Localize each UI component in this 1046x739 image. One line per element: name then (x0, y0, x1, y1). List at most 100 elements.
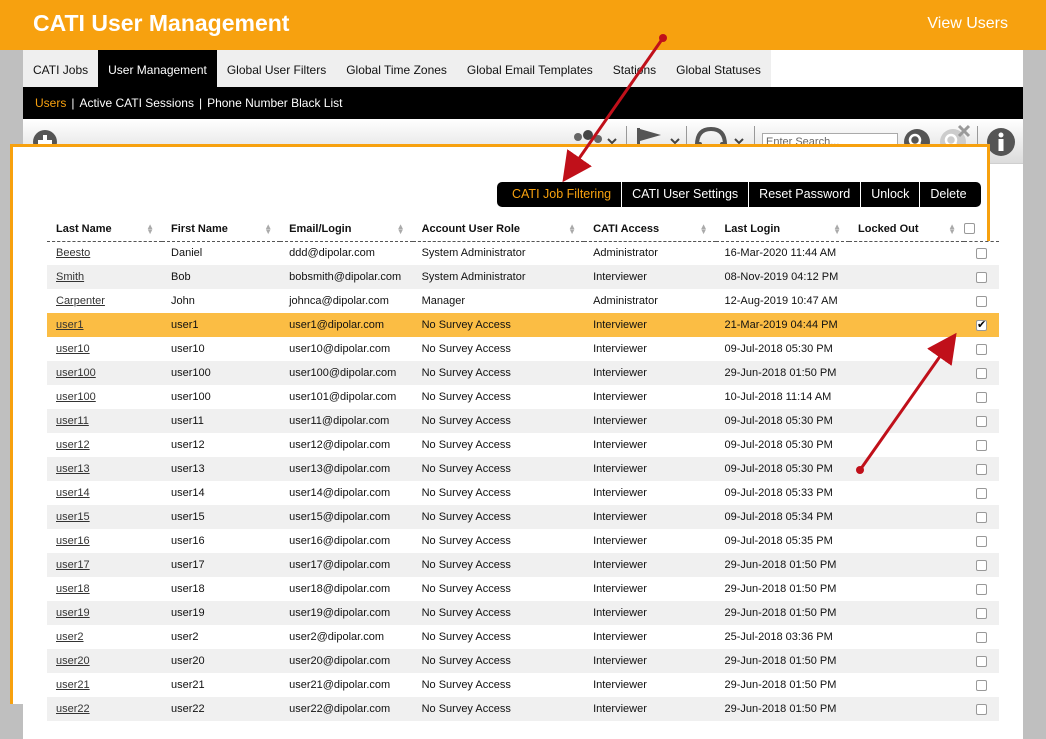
table-row[interactable]: user12 user12 user12@dipolar.com No Survey … (47, 433, 999, 457)
user-link[interactable]: user11 (56, 415, 89, 427)
user-link[interactable]: Smith (56, 271, 84, 283)
table-row[interactable]: Carpenter John johnca@dipolar.com Manager Ad… (47, 289, 999, 313)
column-header-last-login[interactable]: Last Login ▲ ▼ (715, 217, 850, 242)
tab-global-email-templates[interactable]: Global Email Templates (456, 50, 603, 87)
row-checkbox[interactable] (976, 535, 988, 547)
row-checkbox[interactable] (976, 703, 988, 715)
table-row[interactable]: user11 user11 user11@dipolar.com No Survey … (47, 409, 999, 433)
row-checkbox[interactable] (976, 367, 988, 379)
user-link[interactable]: user2 (56, 631, 84, 643)
row-checkbox[interactable] (976, 583, 988, 595)
select-all-checkbox[interactable] (964, 223, 976, 235)
row-select-cell (964, 625, 999, 649)
table-row[interactable]: user1 user1 user1@dipolar.com No Survey Acc… (47, 313, 999, 337)
cati-access-cell: Interviewer (584, 265, 716, 289)
user-link[interactable]: user12 (56, 439, 90, 451)
row-checkbox[interactable] (976, 511, 988, 523)
tab-user-management[interactable]: User Management (98, 50, 217, 87)
table-row[interactable]: user16 user16 user16@dipolar.com No Survey … (47, 529, 999, 553)
row-checkbox[interactable] (976, 559, 988, 571)
user-link[interactable]: user1 (56, 319, 84, 331)
tab-global-user-filters[interactable]: Global User Filters (216, 50, 337, 87)
row-checkbox[interactable] (976, 271, 988, 283)
table-row[interactable]: user100 user100 user100@dipolar.com No Surv… (47, 361, 999, 385)
info-icon[interactable] (986, 127, 1016, 157)
email-cell: user10@dipolar.com (280, 337, 413, 361)
account-role-cell: No Survey Access (412, 457, 585, 481)
table-row[interactable]: user15 user15 user15@dipolar.com No Survey … (47, 505, 999, 529)
user-link[interactable]: user10 (56, 343, 90, 355)
row-checkbox[interactable] (976, 439, 988, 451)
row-checkbox[interactable] (976, 391, 988, 403)
row-checkbox[interactable] (976, 607, 988, 619)
user-link[interactable]: user22 (56, 703, 90, 715)
tab-global-time-zones[interactable]: Global Time Zones (336, 50, 457, 87)
table-row[interactable]: user20 user20 user20@dipolar.com No Survey … (47, 649, 999, 673)
table-row[interactable]: user13 user13 user13@dipolar.com No Survey … (47, 457, 999, 481)
table-row[interactable]: user17 user17 user17@dipolar.com No Survey … (47, 553, 999, 577)
column-header-last-name[interactable]: Last Name ▲ ▼ (47, 217, 163, 242)
table-row[interactable]: user21 user21 user21@dipolar.com No Survey … (47, 673, 999, 697)
tab-stations[interactable]: Stations (602, 50, 667, 87)
user-link[interactable]: user15 (56, 511, 90, 523)
first-name-cell: Bob (162, 265, 281, 289)
email-cell: user15@dipolar.com (280, 505, 413, 529)
row-checkbox[interactable] (976, 247, 988, 259)
cati-user-settings-button[interactable]: CATI User Settings (622, 182, 750, 207)
column-header-locked-out[interactable]: Locked Out ▲ ▼ (849, 217, 965, 242)
table-row[interactable]: user10 user10 user10@dipolar.com No Survey … (47, 337, 999, 361)
row-checkbox[interactable] (976, 655, 988, 667)
locked-out-cell (849, 697, 965, 721)
reset-password-button[interactable]: Reset Password (749, 182, 862, 207)
row-checkbox[interactable] (976, 463, 988, 475)
table-row[interactable]: Beesto Daniel ddd@dipolar.com System Admini… (47, 241, 999, 265)
table-row[interactable]: user100 user100 user101@dipolar.com No Surv… (47, 385, 999, 409)
view-users-link[interactable]: View Users (927, 15, 1008, 33)
row-checkbox[interactable] (976, 415, 988, 427)
user-link[interactable]: user100 (56, 391, 96, 403)
user-link[interactable]: user13 (56, 463, 90, 475)
table-row[interactable]: user19 user19 user19@dipolar.com No Survey … (47, 601, 999, 625)
user-link[interactable]: user20 (56, 655, 90, 667)
user-link[interactable]: user18 (56, 583, 90, 595)
user-link[interactable]: user16 (56, 535, 90, 547)
sort-icon: ▲ ▼ (146, 222, 155, 236)
column-header-account-role[interactable]: Account User Role ▲ ▼ (412, 217, 585, 242)
column-header-cati-access[interactable]: CATI Access ▲ ▼ (584, 217, 716, 242)
user-link[interactable]: Beesto (56, 247, 90, 259)
row-checkbox[interactable] (976, 343, 988, 355)
row-select-cell (964, 337, 999, 361)
table-row[interactable]: user14 user14 user14@dipolar.com No Survey … (47, 481, 999, 505)
row-checkbox[interactable] (976, 631, 988, 643)
subnav-active-cati-sessions[interactable]: Active CATI Sessions (79, 96, 198, 110)
row-checkbox[interactable] (976, 487, 988, 499)
delete-button[interactable]: Delete (920, 182, 976, 207)
cati-access-cell: Interviewer (584, 385, 716, 409)
subnav-users[interactable]: Users (35, 96, 71, 110)
table-row[interactable]: Smith Bob bobsmith@dipolar.com System Admin… (47, 265, 999, 289)
user-link[interactable]: user100 (56, 367, 96, 379)
tab-cati-jobs[interactable]: CATI Jobs (23, 50, 99, 87)
table-row[interactable]: user22 user22 user22@dipolar.com No Survey … (47, 697, 999, 721)
row-checkbox[interactable] (976, 318, 988, 331)
cati-job-filtering-button[interactable]: CATI Job Filtering (497, 182, 623, 207)
row-checkbox[interactable] (976, 295, 988, 307)
cati-access-cell: Administrator (584, 241, 716, 265)
account-role-cell: No Survey Access (412, 361, 585, 385)
first-name-cell: user18 (162, 577, 281, 601)
table-row[interactable]: user18 user18 user18@dipolar.com No Survey … (47, 577, 999, 601)
unlock-button[interactable]: Unlock (861, 182, 921, 207)
table-row[interactable]: user2 user2 user2@dipolar.com No Survey Acc… (47, 625, 999, 649)
user-link[interactable]: user17 (56, 559, 90, 571)
user-link[interactable]: user19 (56, 607, 90, 619)
user-link[interactable]: Carpenter (56, 295, 105, 307)
tab-global-statuses[interactable]: Global Statuses (666, 50, 771, 87)
column-header-first-name[interactable]: First Name ▲ ▼ (162, 217, 281, 242)
row-checkbox[interactable] (976, 679, 988, 691)
column-header-email[interactable]: Email/Login ▲ ▼ (280, 217, 413, 242)
user-link[interactable]: user14 (56, 487, 90, 499)
subnav-phone-black-list[interactable]: Phone Number Black List (207, 96, 347, 110)
user-link[interactable]: user21 (56, 679, 90, 691)
last-name-cell: user17 (47, 553, 163, 577)
row-select-cell (964, 529, 999, 553)
